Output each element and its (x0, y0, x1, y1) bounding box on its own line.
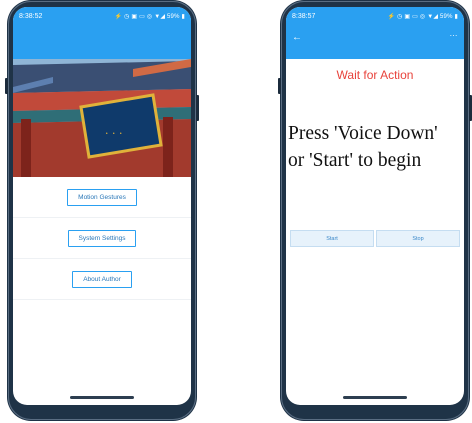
header-photo: · · · (13, 59, 191, 177)
screen-voice-action: 8:38:57 ⚡ ◷ ▣ ▭ ◎ ▼◢ 59% ▮ ← ⋯ Wait for … (286, 7, 464, 405)
system-settings-button[interactable]: System Settings (67, 229, 137, 247)
menu-row: Motion Gestures (13, 177, 191, 218)
instruction-text: Press 'Voice Down' or 'Start' to begin (288, 120, 464, 174)
screen-main-menu: 8:38:52 ⚡ ◷ ▣ ▭ ◎ ▼◢ 59% ▮ · · · Motion … (13, 7, 191, 405)
gate-photo-image: · · · (13, 59, 191, 177)
app-bar (13, 26, 191, 59)
about-author-button[interactable]: About Author (72, 270, 132, 288)
menu-row: System Settings (13, 218, 191, 259)
motion-gestures-button[interactable]: Motion Gestures (67, 188, 137, 206)
instruction-line-1: Press 'Voice Down' (288, 123, 438, 144)
gesture-nav-bar[interactable] (70, 396, 134, 399)
status-icons: ⚡ ◷ ▣ ▭ ◎ ▼◢ 59% ▮ (114, 14, 185, 20)
app-bar: ← ⋯ (286, 26, 464, 59)
phone-frame-left: 8:38:52 ⚡ ◷ ▣ ▭ ◎ ▼◢ 59% ▮ · · · Motion … (5, 0, 199, 421)
status-bar: 8:38:52 ⚡ ◷ ▣ ▭ ◎ ▼◢ 59% ▮ (13, 7, 191, 26)
volume-button (278, 78, 281, 94)
phone-frame-right: 8:38:57 ⚡ ◷ ▣ ▭ ◎ ▼◢ 59% ▮ ← ⋯ Wait for … (278, 0, 472, 421)
menu-row: About Author (13, 259, 191, 300)
stop-button[interactable]: Stop (376, 230, 460, 247)
more-icon[interactable]: ⋯ (450, 31, 459, 40)
action-buttons: Start Stop (290, 230, 460, 247)
status-icons: ⚡ ◷ ▣ ▭ ◎ ▼◢ 59% ▮ (387, 14, 458, 20)
back-arrow-icon[interactable]: ← (292, 32, 302, 43)
instruction-line-2: or 'Start' to begin (288, 150, 422, 171)
status-bar: 8:38:57 ⚡ ◷ ▣ ▭ ◎ ▼◢ 59% ▮ (286, 7, 464, 26)
status-time: 8:38:52 (19, 13, 43, 20)
status-time: 8:38:57 (292, 13, 316, 20)
svg-text:· · ·: · · · (105, 127, 122, 140)
volume-button (5, 78, 8, 94)
main-menu: Motion Gestures System Settings About Au… (13, 177, 191, 300)
start-button[interactable]: Start (290, 230, 374, 247)
power-button (196, 95, 199, 121)
gesture-nav-bar[interactable] (343, 396, 407, 399)
wait-status-label: Wait for Action (336, 68, 414, 82)
